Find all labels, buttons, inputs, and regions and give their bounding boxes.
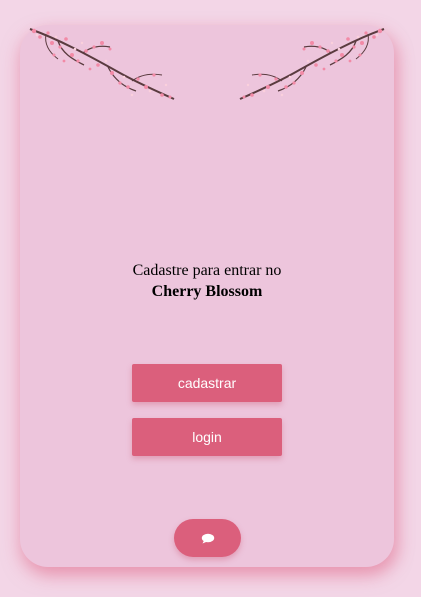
cherry-blossom-branch-right-icon [239,28,385,100]
register-button[interactable]: cadastrar [132,364,282,402]
brand-name: Cherry Blossom [151,283,263,300]
login-button-label: login [192,429,222,445]
cherry-blossom-branch-left-icon [29,28,175,100]
chat-button[interactable] [174,519,241,557]
chat-bubble-icon [201,533,214,543]
card: Cadastre para entrar no Cherry Blossom c… [20,25,394,567]
login-button[interactable]: login [132,418,282,456]
register-button-label: cadastrar [177,375,237,391]
welcome-message: Cadastre para entrar no Cherry Blossom [20,260,394,302]
welcome-text: Cadastre para entrar no [132,262,282,279]
